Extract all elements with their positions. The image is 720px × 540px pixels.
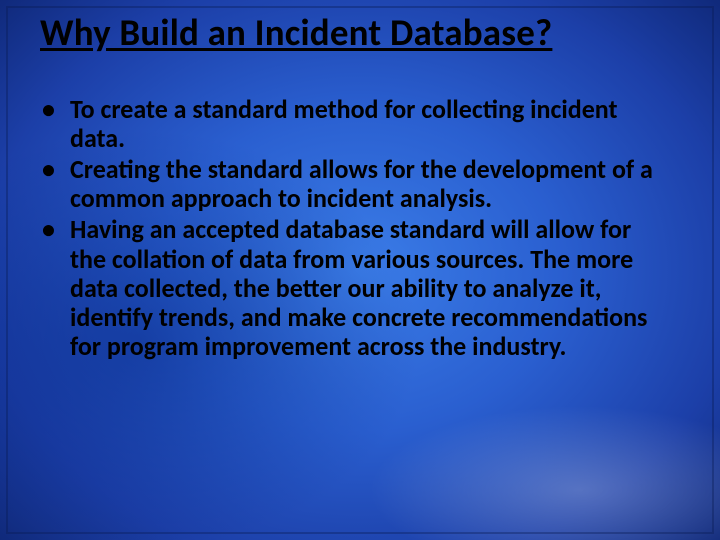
slide-body: To create a standard method for collecti…	[36, 95, 668, 363]
list-item: To create a standard method for collecti…	[36, 95, 668, 153]
slide-title: Why Build an Incident Database?	[40, 10, 680, 55]
list-item: Creating the standard allows for the dev…	[36, 155, 668, 213]
list-item: Having an accepted database standard wil…	[36, 215, 668, 361]
slide: Why Build an Incident Database? To creat…	[0, 0, 720, 540]
bullet-text: Having an accepted database standard wil…	[70, 213, 647, 361]
bullet-text: Creating the standard allows for the dev…	[70, 153, 653, 214]
bullet-list: To create a standard method for collecti…	[36, 95, 668, 361]
bullet-text: To create a standard method for collecti…	[70, 93, 618, 154]
